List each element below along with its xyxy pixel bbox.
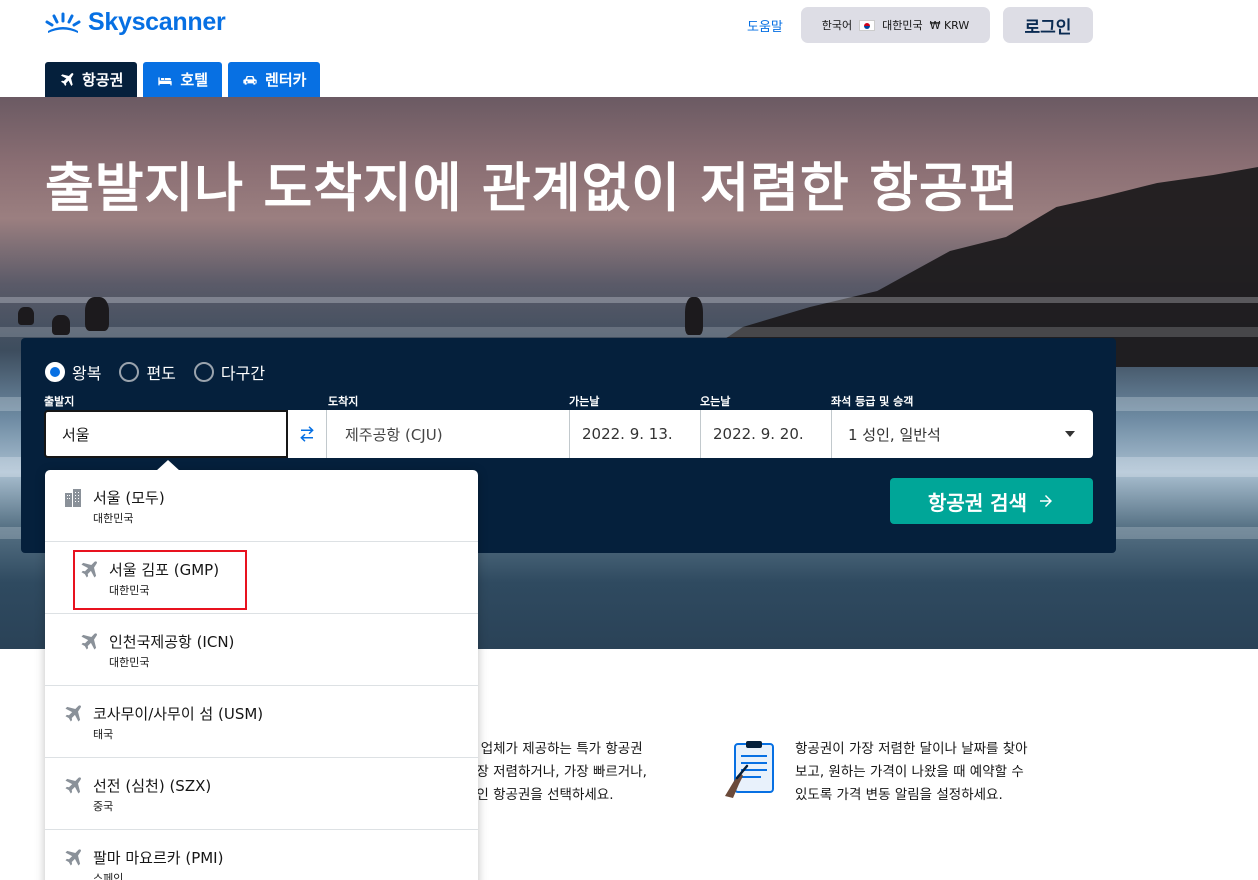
tab-hotels[interactable]: 호텔: [143, 62, 223, 97]
info-price-alert-text: 항공권이 가장 저렴한 달이나 날짜를 찾아 보고, 원하는 가격이 나왔을 때…: [795, 738, 1065, 807]
info-deals-text: 의 업체가 제공하는 특가 항공권 가장 저렴하거나, 가장 빠르거나, 적인 …: [464, 738, 714, 807]
country-label: 대한민국: [882, 19, 923, 32]
suggestion-item-szx[interactable]: 선전 (심천) (SZX) 중국: [45, 758, 478, 830]
from-label: 출발지: [44, 395, 75, 408]
return-label: 오는날: [700, 395, 731, 408]
sunrise-logo-icon: [45, 12, 81, 33]
return-date-input[interactable]: 2022. 9. 20.: [700, 410, 831, 458]
info-line: 보고, 원하는 가격이 나왔을 때 예약할 수: [795, 764, 1024, 780]
suggestion-country: 태국: [93, 728, 114, 741]
search-button-label: 항공권 검색: [928, 490, 1027, 515]
radio-checked-icon[interactable]: [45, 362, 65, 382]
trip-type-label: 다구간: [220, 364, 266, 383]
trip-type-label: 편도: [146, 364, 176, 383]
product-tabs: 항공권 호텔 렌터카: [45, 62, 321, 97]
suggestion-country: 대한민국: [109, 656, 150, 669]
page: Skyscanner 도움말 한국어 대한민국 ₩ KRW 로그인 항공권 호텔…: [0, 0, 1258, 880]
skyscanner-logo[interactable]: Skyscanner: [44, 8, 226, 37]
info-line: 적인 항공권을 선택하세요.: [464, 787, 614, 803]
depart-date-input[interactable]: 2022. 9. 13.: [569, 410, 700, 458]
suggestion-country: 대한민국: [109, 584, 150, 597]
suggestion-name: 선전 (심천) (SZX): [93, 777, 212, 795]
destination-input[interactable]: 제주공항 (CJU): [327, 410, 569, 458]
swimmer-silhouette: [85, 297, 109, 331]
locale-button[interactable]: 한국어 대한민국 ₩ KRW: [801, 7, 990, 43]
bed-icon: [158, 76, 173, 85]
origin-suggestions-dropdown: 서울 (모두) 대한민국 서울 김포 (GMP) 대한민국 인천국제공항 (IC…: [45, 470, 478, 880]
tab-label: 렌터카: [265, 71, 307, 89]
korea-flag-icon: [859, 19, 876, 31]
suggestion-name: 인천국제공항 (ICN): [109, 633, 235, 651]
to-label: 도착지: [328, 395, 359, 408]
suggestion-name: 서울 김포 (GMP): [109, 561, 220, 579]
airplane-icon: [65, 849, 81, 866]
hero-title: 출발지나 도착지에 관계없이 저렴한 항공편: [45, 158, 1019, 219]
trip-type-multicity[interactable]: 다구간: [193, 360, 266, 384]
airplane-icon: [61, 72, 74, 86]
airplane-icon: [65, 777, 81, 794]
info-line: 있도록 가격 변동 알림을 설정하세요.: [795, 787, 1003, 803]
suggestion-item-seoul-all[interactable]: 서울 (모두) 대한민국: [45, 470, 478, 542]
dropdown-pointer: [156, 460, 180, 471]
language-label: 한국어: [821, 19, 853, 32]
airplane-icon: [81, 633, 97, 650]
suggestion-country: 중국: [93, 800, 114, 813]
swimmer-silhouette: [685, 297, 703, 335]
tab-label: 호텔: [180, 71, 209, 89]
suggestion-name: 팔마 마요르카 (PMI): [93, 849, 224, 867]
airplane-icon: [65, 705, 81, 722]
logo-text: Skyscanner: [88, 8, 226, 36]
tab-car-hire[interactable]: 렌터카: [228, 62, 321, 97]
info-line: 의 업체가 제공하는 특가 항공권: [464, 741, 643, 757]
suggestion-item-usm[interactable]: 코사무이/사무이 섬 (USM) 태국: [45, 686, 478, 758]
trip-type-group: 왕복 편도 다구간: [45, 360, 265, 384]
depart-label: 가는날: [569, 395, 600, 408]
info-line: 항공권이 가장 저렴한 달이나 날짜를 찾아: [795, 741, 1028, 757]
info-line: 가장 저렴하거나, 가장 빠르거나,: [464, 764, 647, 780]
wave-foam: [0, 297, 1258, 303]
suggestion-item-gmp[interactable]: 서울 김포 (GMP) 대한민국: [45, 542, 478, 614]
suggestion-item-pmi[interactable]: 팔마 마요르카 (PMI) 스페인: [45, 830, 478, 880]
suggestion-country: 스페인: [93, 872, 124, 880]
origin-input[interactable]: 서울: [44, 410, 288, 458]
currency-label: ₩ KRW: [929, 18, 970, 32]
trip-type-round[interactable]: 왕복: [45, 360, 101, 384]
suggestion-name: 코사무이/사무이 섬 (USM): [93, 705, 264, 723]
wave-foam: [0, 327, 1258, 337]
swimmer-silhouette: [18, 307, 34, 325]
airplane-icon: [81, 561, 97, 578]
tab-flights[interactable]: 항공권: [45, 62, 138, 97]
radio-unchecked-icon[interactable]: [119, 362, 140, 382]
cabin-travellers-select[interactable]: 1 성인, 일반석: [831, 410, 1093, 458]
swap-button[interactable]: [288, 410, 327, 458]
suggestion-item-icn[interactable]: 인천국제공항 (ICN) 대한민국: [45, 614, 478, 686]
car-icon: [243, 75, 257, 85]
city-icon: [65, 489, 81, 507]
trip-type-label: 왕복: [72, 364, 102, 383]
suggestion-name: 서울 (모두): [93, 489, 165, 507]
chevron-down-icon: [1065, 431, 1075, 437]
tab-label: 항공권: [82, 71, 124, 89]
suggestion-country: 대한민국: [93, 512, 134, 525]
swap-arrows-icon: [300, 426, 314, 442]
search-flights-button[interactable]: 항공권 검색: [890, 478, 1093, 524]
help-link[interactable]: 도움말: [747, 16, 783, 35]
arrow-right-icon: [1039, 495, 1052, 507]
trip-type-oneway[interactable]: 편도: [119, 360, 176, 384]
cabin-value: 1 성인, 일반석: [848, 425, 941, 444]
swimmer-silhouette: [52, 315, 70, 335]
login-button[interactable]: 로그인: [1003, 7, 1093, 43]
price-alert-clipboard-icon: [725, 741, 774, 798]
radio-unchecked-icon[interactable]: [193, 362, 214, 382]
cabin-label: 좌석 등급 및 승객: [831, 395, 914, 408]
